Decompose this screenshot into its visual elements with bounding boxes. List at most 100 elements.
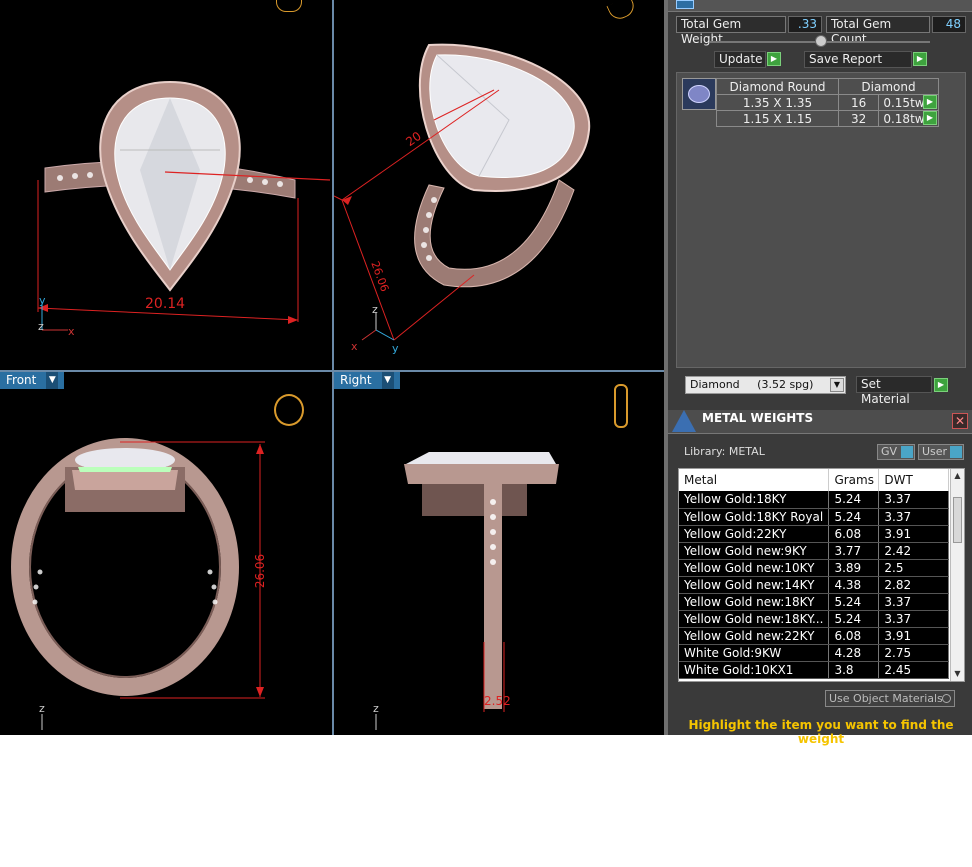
material-select[interactable]: Diamond (3.52 spg) ▼ — [685, 376, 846, 394]
library-label: Library: METAL — [684, 445, 765, 458]
viewport-divider-vertical[interactable] — [332, 0, 334, 735]
metal-grams: 3.77 — [828, 542, 880, 560]
gem-size: 1.35 X 1.35 — [716, 94, 839, 111]
gem-row-go-icon[interactable]: ▶ — [923, 95, 937, 109]
chevron-down-icon[interactable]: ▼ — [830, 378, 844, 392]
metal-dwt: 3.91 — [878, 525, 949, 543]
axis-label-z: z — [39, 702, 45, 715]
metal-grams: 3.89 — [828, 559, 880, 577]
table-row[interactable]: Yellow Gold new:10KY 3.89 2.5 — [679, 559, 949, 577]
metal-name: White Gold:9KW — [679, 644, 830, 662]
table-row[interactable]: Yellow Gold new:18KY 5.24 3.37 — [679, 593, 949, 611]
table-row[interactable]: Yellow Gold new:14KY 4.38 2.82 — [679, 576, 949, 594]
viewport-divider-horizontal[interactable] — [0, 370, 664, 372]
close-icon[interactable]: ✕ — [952, 413, 968, 429]
view-label-text: Right — [340, 373, 372, 387]
save-report-button[interactable]: Save Report — [804, 51, 912, 68]
table-row[interactable]: Yellow Gold:18KY 5.24 3.37 — [679, 491, 949, 509]
metal-dwt: 2.42 — [878, 542, 949, 560]
metal-dwt: 3.37 — [878, 610, 949, 628]
total-gem-count-value: 48 — [932, 16, 966, 33]
gem-count: 16 — [837, 94, 880, 111]
gv-toggle[interactable]: GV — [877, 444, 915, 460]
slider-handle[interactable] — [815, 35, 827, 47]
metal-grams: 4.28 — [828, 644, 880, 662]
chevron-down-icon[interactable]: ▼ — [46, 372, 59, 389]
gem-table-row[interactable]: 1.35 X 1.35 16 0.15tw — [716, 94, 939, 111]
axis-label-z: z — [373, 702, 379, 715]
metal-dwt: 3.37 — [878, 508, 949, 526]
viewport-top-left[interactable]: 20.14 y z x — [0, 0, 332, 370]
viewport-top-right[interactable]: 20 26.06 z x y — [334, 0, 664, 370]
view-label-right[interactable]: Right ▼ — [334, 372, 400, 389]
metal-grams: 5.24 — [828, 491, 880, 509]
column-header-dwt[interactable]: DWT — [878, 469, 949, 491]
gem-table-row[interactable]: 1.15 X 1.15 32 0.18tw — [716, 110, 939, 127]
viewport-right[interactable]: Right ▼ 2.52 z — [334, 372, 664, 735]
metal-name: Yellow Gold new:18KY — [679, 593, 830, 611]
table-row[interactable]: Yellow Gold:22KY 6.08 3.91 — [679, 525, 949, 543]
gem-count: 32 — [837, 110, 880, 127]
chevron-down-icon[interactable]: ▼ — [381, 372, 394, 389]
table-row[interactable]: Yellow Gold new:9KY 3.77 2.42 — [679, 542, 949, 560]
metal-grams: 5.24 — [828, 508, 880, 526]
dimension-label-width: 20.14 — [145, 296, 186, 312]
metal-dwt: 3.37 — [878, 491, 949, 509]
gem-thumbnail[interactable] — [682, 78, 716, 110]
metal-weights-table[interactable]: Metal Grams DWT Yellow Gold:18KY 5.24 3.37… — [678, 468, 965, 682]
ring-perspective-view — [334, 43, 591, 341]
update-go-icon[interactable]: ▶ — [767, 52, 781, 66]
panel-top-bar — [668, 0, 972, 12]
table-row[interactable]: White Gold:10KX1 3.8 2.45 — [679, 661, 949, 679]
total-gem-count-label: Total Gem Count — [826, 16, 930, 46]
metal-name: Yellow Gold:22KY — [679, 525, 830, 543]
metal-dwt: 2.82 — [878, 576, 949, 594]
view-label-front[interactable]: Front ▼ — [0, 372, 65, 389]
table-row[interactable]: Yellow Gold new:18KY... 5.24 3.37 — [679, 610, 949, 628]
metal-dwt: 2.45 — [878, 661, 949, 679]
metal-table-scrollbar[interactable]: ▲ ▼ — [950, 469, 964, 681]
scroll-up-icon[interactable]: ▲ — [951, 469, 964, 483]
metal-grams: 6.08 — [828, 627, 880, 645]
metal-grams: 4.38 — [828, 576, 880, 594]
metal-grams: 5.24 — [828, 610, 880, 628]
metal-name: White Gold:10KX1 — [679, 661, 830, 679]
metal-grams: 3.8 — [828, 661, 880, 679]
table-row[interactable]: Yellow Gold:18KY Royal 5.24 3.37 — [679, 508, 949, 526]
metal-dwt: 2.5 — [878, 559, 949, 577]
toggle-indicator-icon — [950, 446, 962, 458]
metal-name: Yellow Gold new:9KY — [679, 542, 830, 560]
set-material-button[interactable]: Set Material — [856, 376, 932, 406]
dimension-label-height: 26.06 — [253, 553, 268, 589]
user-toggle-label: User — [922, 445, 948, 458]
use-object-materials-toggle[interactable]: Use Object Materials — [825, 690, 955, 707]
column-header-grams[interactable]: Grams — [828, 469, 880, 491]
gem-table-header: Diamond Round — [716, 78, 839, 95]
gem-table-header: Diamond — [838, 78, 939, 95]
scroll-thumb[interactable] — [953, 497, 962, 543]
update-button[interactable]: Update — [714, 51, 766, 68]
metal-dwt: 3.91 — [878, 627, 949, 645]
material-selected: Diamond — [690, 378, 740, 391]
table-row[interactable]: White Gold:9KW 4.28 2.75 — [679, 644, 949, 662]
metal-dwt: 3.37 — [878, 593, 949, 611]
save-report-go-icon[interactable]: ▶ — [913, 52, 927, 66]
table-row[interactable]: Yellow Gold new:22KY 6.08 3.91 — [679, 627, 949, 645]
axis-label-y: y — [392, 342, 399, 355]
ring-view-icon[interactable] — [274, 394, 304, 426]
axis-label-x: x — [68, 325, 75, 338]
gv-toggle-label: GV — [881, 445, 898, 458]
metal-name: Yellow Gold new:10KY — [679, 559, 830, 577]
viewport-front[interactable]: Front ▼ 26.06 z — [0, 372, 332, 735]
column-header-metal[interactable]: Metal — [679, 469, 830, 491]
axis-label-z: z — [372, 303, 378, 316]
material-spg: (3.52 spg) — [757, 378, 814, 391]
set-material-go-icon[interactable]: ▶ — [934, 378, 948, 392]
axis-label-y: y — [39, 294, 46, 307]
user-toggle[interactable]: User — [918, 444, 964, 460]
metal-dwt: 2.75 — [878, 644, 949, 662]
gem-report-icon[interactable] — [676, 0, 694, 9]
ring-side-icon[interactable] — [614, 384, 628, 428]
scroll-down-icon[interactable]: ▼ — [951, 667, 964, 681]
gem-row-go-icon[interactable]: ▶ — [923, 111, 937, 125]
